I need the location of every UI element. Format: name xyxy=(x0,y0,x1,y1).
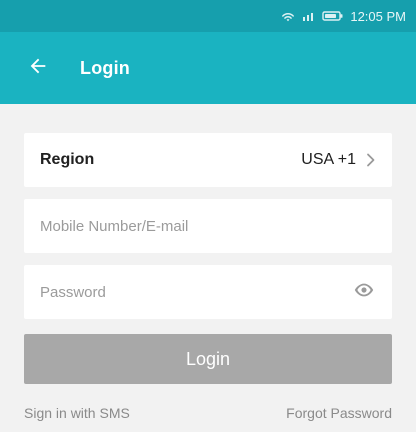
region-selector[interactable]: Region USA +1 xyxy=(24,133,392,187)
mobile-email-input[interactable] xyxy=(40,217,376,235)
chevron-right-icon xyxy=(366,153,376,167)
region-value-container: USA +1 xyxy=(301,151,376,169)
signal-icon xyxy=(302,10,316,22)
forgot-password-link[interactable]: Forgot Password xyxy=(286,405,392,421)
battery-icon xyxy=(322,10,344,22)
status-time: 12:05 PM xyxy=(350,8,406,24)
password-input[interactable] xyxy=(40,283,343,301)
arrow-left-icon xyxy=(27,55,49,82)
region-label: Region xyxy=(40,151,95,168)
status-bar: 12:05 PM xyxy=(0,0,416,32)
mobile-email-row xyxy=(24,199,392,253)
region-value: USA +1 xyxy=(301,151,356,168)
page-title: Login xyxy=(80,57,130,78)
back-button[interactable] xyxy=(24,54,52,82)
login-button[interactable]: Login xyxy=(24,334,392,384)
eye-icon xyxy=(353,279,375,306)
wifi-icon xyxy=(280,10,296,22)
sign-in-with-sms-link[interactable]: Sign in with SMS xyxy=(24,405,130,421)
login-content: Region USA +1 Login Sign in with SMS For… xyxy=(0,104,416,432)
password-row xyxy=(24,265,392,319)
toggle-password-visibility-button[interactable] xyxy=(353,279,376,305)
login-links: Sign in with SMS Forgot Password xyxy=(0,401,416,425)
app-bar: Login xyxy=(0,32,416,104)
status-icons: 12:05 PM xyxy=(280,9,406,24)
